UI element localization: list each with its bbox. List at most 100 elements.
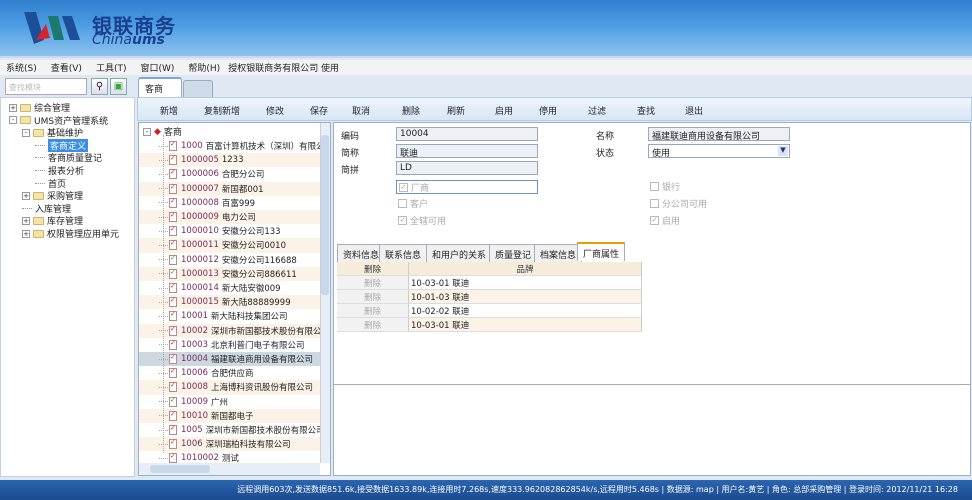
checkbox-0[interactable]: ✓ 厂商 xyxy=(396,180,538,194)
toolbar-button-10[interactable]: 查找 xyxy=(637,104,655,117)
checkbox-5[interactable]: ✓ 启用 xyxy=(650,214,680,227)
menu-help[interactable]: 帮助(H) xyxy=(188,61,220,74)
item-code: 10004 xyxy=(181,354,209,365)
menu-window[interactable]: 窗口(W) xyxy=(140,61,174,74)
list-item[interactable]: 1000008百富999 xyxy=(139,196,320,210)
toolbar-button-0[interactable]: 新增 xyxy=(160,104,178,117)
subtab-2[interactable]: 和用户的关系 xyxy=(426,244,493,262)
subtab-5[interactable]: 厂商属性 xyxy=(577,242,626,261)
subtab-4[interactable]: 档案信息 xyxy=(534,244,583,262)
chevron-down-icon[interactable]: ▼ xyxy=(778,146,788,156)
brand-cell[interactable]: 10-02-02 联迪 xyxy=(409,304,642,317)
expand-icon[interactable]: + xyxy=(22,216,30,225)
open-module-button[interactable]: ▣ xyxy=(110,78,127,95)
menu-system[interactable]: 系统(S) xyxy=(6,61,37,74)
collapse-icon[interactable]: - xyxy=(9,116,17,125)
nav-item-label: UMS资产管理系统 xyxy=(34,116,109,127)
toolbar-button-8[interactable]: 停用 xyxy=(539,104,557,117)
nav-item[interactable]: + 权限管理应用单元 xyxy=(22,227,119,240)
collapse-icon[interactable]: - xyxy=(22,128,30,137)
short-name-field[interactable]: 联迪 xyxy=(396,144,538,159)
brand-cell[interactable]: 10-03-01 联迪 xyxy=(409,318,642,331)
nav-item[interactable]: - 基础维护 xyxy=(22,126,83,139)
list-item[interactable]: 1005深圳市新国都技术股份有限公司 xyxy=(139,423,320,437)
list-item[interactable]: 10002深圳市新国都技术股份有限公司 xyxy=(139,323,320,338)
list-item[interactable]: 1000014新大陆安徽009 xyxy=(139,281,320,295)
list-item[interactable]: 1000010安徽分公司133 xyxy=(139,224,320,238)
list-item[interactable]: 1000007新国都001 xyxy=(139,181,320,196)
list-item[interactable]: 10008上海博科资讯股份有限公司 xyxy=(139,380,320,395)
scroll-thumb[interactable] xyxy=(321,135,329,295)
item-name: 合肥分公司 xyxy=(221,170,265,181)
status-select[interactable]: 使用 ▼ xyxy=(648,144,790,159)
list-item[interactable]: 1000012安徽分公司116688 xyxy=(139,253,320,267)
module-search-input[interactable]: 查找模块 xyxy=(5,78,87,95)
checkbox-box[interactable]: ✓ xyxy=(399,182,408,192)
list-item[interactable]: 10003北京利普门电子有限公司 xyxy=(139,338,320,352)
toolbar-button-2[interactable]: 修改 xyxy=(266,104,284,117)
nav-item[interactable]: - UMS资产管理系统 xyxy=(9,114,108,127)
menu-tools[interactable]: 工具(T) xyxy=(96,61,127,74)
tab-blank[interactable] xyxy=(183,80,213,97)
document-icon xyxy=(169,396,177,407)
expand-icon[interactable]: + xyxy=(9,103,17,112)
checkbox-1[interactable]: 客户 xyxy=(398,197,428,210)
toolbar-button-1[interactable]: 复制新增 xyxy=(204,104,240,117)
toolbar-button-11[interactable]: 退出 xyxy=(685,104,703,117)
brand-cell[interactable]: 10-03-01 联迪 xyxy=(409,276,642,289)
delete-row-button[interactable]: 删除 xyxy=(337,318,409,331)
nav-item[interactable]: 入库管理 xyxy=(22,202,71,215)
nav-item[interactable]: + 采购管理 xyxy=(22,189,83,202)
checkbox-2[interactable]: ✓ 全辖可用 xyxy=(398,214,446,227)
delete-row-button[interactable]: 删除 xyxy=(337,290,409,303)
list-item[interactable]: 1000009电力公司 xyxy=(139,210,320,225)
list-item[interactable]: 10004福建联迪商用设备有限公司 xyxy=(139,352,320,367)
code-field[interactable]: 10004 xyxy=(396,127,538,141)
subtab-1[interactable]: 联系信息 xyxy=(379,244,428,262)
toolbar-button-4[interactable]: 取消 xyxy=(352,104,370,117)
search-button[interactable]: ⚲ xyxy=(91,78,108,95)
delete-row-button[interactable]: 删除 xyxy=(337,276,409,289)
subtab-3[interactable]: 质量登记 xyxy=(489,244,538,262)
list-item[interactable]: 1000006合肥分公司 xyxy=(139,167,320,181)
checkbox-box[interactable]: ✓ xyxy=(398,216,407,225)
list-item[interactable]: 1000013安徽分公司886611 xyxy=(139,266,320,281)
list-item[interactable]: 1000015新大陆88889999 xyxy=(139,295,320,310)
expand-icon[interactable]: + xyxy=(22,191,30,200)
list-item[interactable]: 10000051233 xyxy=(139,153,320,168)
checkbox-4[interactable]: 分公司可用 xyxy=(650,197,707,210)
list-item[interactable]: 1000百富计算机技术（深圳）有限公司 xyxy=(139,139,320,153)
list-item[interactable]: 10001新大陆科技集团公司 xyxy=(139,309,320,323)
list-item[interactable]: 10009广州 xyxy=(139,395,320,409)
checkbox-box[interactable] xyxy=(398,199,407,208)
checkbox-box[interactable] xyxy=(650,199,659,208)
nav-item[interactable]: 客商质量登记 xyxy=(35,151,102,164)
nav-item[interactable]: + 库存管理 xyxy=(22,214,83,227)
toolbar-button-7[interactable]: 启用 xyxy=(495,104,513,117)
nav-item[interactable]: 首页 xyxy=(35,177,66,190)
toolbar-button-6[interactable]: 刷新 xyxy=(447,104,465,117)
list-item[interactable]: 1000011安徽分公司0010 xyxy=(139,238,320,253)
checkbox-3[interactable]: 银行 xyxy=(650,180,680,193)
delete-row-button[interactable]: 删除 xyxy=(337,304,409,317)
toolbar-button-3[interactable]: 保存 xyxy=(310,104,328,117)
tab-customer[interactable]: 客商 xyxy=(138,77,182,97)
nav-item[interactable]: 报表分析 xyxy=(35,164,84,177)
name-field[interactable]: 福建联迪商用设备有限公司 xyxy=(648,127,790,142)
toolbar-button-9[interactable]: 过滤 xyxy=(588,104,606,117)
checkbox-box[interactable]: ✓ xyxy=(650,216,659,225)
checkbox-label: 银行 xyxy=(662,183,681,193)
nav-item[interactable]: + 综合管理 xyxy=(9,101,70,114)
list-item[interactable]: 10010新国都电子 xyxy=(139,408,320,423)
expand-icon[interactable]: + xyxy=(22,229,30,238)
toolbar-button-5[interactable]: 删除 xyxy=(402,104,420,117)
scroll-thumb-h[interactable] xyxy=(150,465,210,473)
menu-view[interactable]: 查看(V) xyxy=(51,61,82,74)
list-item[interactable]: 1006深圳瑞柏科技有限公司 xyxy=(139,437,320,452)
brand-cell[interactable]: 10-01-03 联迪 xyxy=(409,290,642,303)
list-item[interactable]: 10006合肥供应商 xyxy=(139,366,320,380)
checkbox-box[interactable] xyxy=(650,182,659,191)
nav-item[interactable]: 客商定义 xyxy=(35,138,89,152)
pinyin-field[interactable]: LD xyxy=(396,161,538,175)
subtab-0[interactable]: 资料信息 xyxy=(337,244,386,262)
